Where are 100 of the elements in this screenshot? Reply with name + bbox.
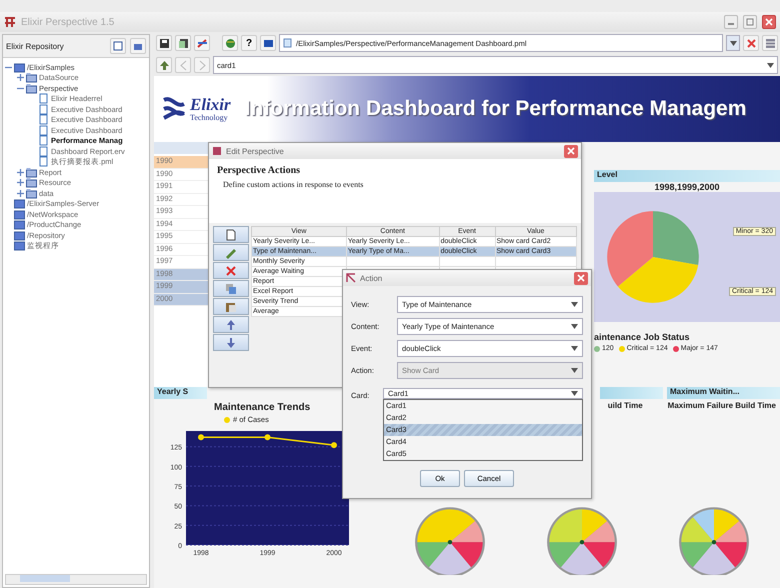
new-button[interactable] [110,38,126,54]
app-icon [4,16,16,28]
forward-icon [198,60,206,70]
folder-icon [14,240,25,252]
save-all-button[interactable] [175,35,191,51]
dialog-title: Edit Perspective [226,146,284,156]
pencil-icon [225,246,237,258]
dialog-icon [212,146,222,156]
expand-icon[interactable] [17,74,24,82]
help-button[interactable]: ? [241,35,257,51]
globe-icon [224,38,236,48]
document-icon [38,135,49,146]
folder-icon [133,41,143,51]
expand-icon[interactable] [17,179,24,186]
gauge-title: Maximum Failure Build Time [668,401,776,410]
panel-header: Level [594,170,780,182]
folder-icon [14,230,25,241]
caret-icon [571,391,578,396]
caret-icon [730,40,736,46]
document-icon [283,38,292,48]
folder-icon [26,166,37,178]
up-arrow-icon [158,60,170,70]
banner-title: Information Dashboard for Performance Managem [244,97,746,121]
caret-icon [767,62,774,68]
folder-icon [26,188,37,199]
document-icon [38,146,49,157]
dropdown-button[interactable] [726,35,740,51]
chart-title: 1998,1999,2000 [653,182,721,192]
caret-icon [571,302,578,307]
close-icon [577,274,585,282]
dialog-icon [346,273,356,283]
save-button[interactable] [156,35,172,51]
close-icon [746,38,756,48]
caret-icon [571,324,578,329]
monitor-button[interactable] [260,35,276,51]
chart-title: Maintenance Trends [213,402,312,413]
folder-icon [26,177,37,188]
close-icon [765,18,773,26]
paste-icon [225,300,237,312]
document-icon [38,93,49,104]
palette-button[interactable] [194,35,210,51]
close-icon [567,147,575,155]
document-icon [38,156,49,168]
close-button[interactable] [564,144,578,158]
down-arrow-icon [226,336,236,348]
gauge-title: uild Time [608,401,643,410]
dialog-title: Action [360,274,382,282]
chart-title: aintenance Job Status [594,332,691,342]
edit-button[interactable] [213,244,249,261]
section-description: Define custom actions in response to events [223,180,364,189]
delete-button[interactable] [213,262,249,279]
up-button[interactable] [156,57,172,73]
grid-icon [764,38,776,48]
table-header [154,142,210,154]
expand-icon[interactable] [17,168,24,176]
panel-header: Yearly S [154,387,207,399]
caret-icon [571,346,578,351]
close-button[interactable] [574,272,588,284]
document-icon [38,114,49,126]
panel-header [600,387,663,399]
logo-subtitle: Technology [190,113,229,122]
window-title: Elixir Perspective 1.5 [21,16,114,28]
logo-icon [160,96,188,122]
save-icon [158,38,170,48]
palette-icon [196,38,208,48]
minimize-button[interactable] [724,15,738,29]
paste-button[interactable] [213,298,249,315]
panel-header: Maximum Waitin... [667,387,780,399]
back-icon [178,60,188,70]
panel-title: Elixir Repository [6,42,65,50]
expand-icon[interactable] [17,190,24,197]
folder-icon [14,208,25,220]
up-arrow-icon [226,318,236,330]
folder-icon [14,198,25,210]
copy-icon [225,282,237,294]
document-icon [38,104,49,115]
move-up-button[interactable] [213,316,249,333]
section-heading: Perspective Actions [217,165,302,176]
grid-button[interactable] [762,35,778,51]
scrollbar[interactable] [5,574,147,585]
delete-icon [226,266,236,276]
logo-text: Elixir [190,96,231,113]
page-icon [113,41,123,51]
folder-icon [26,72,37,84]
maximize-icon [746,18,754,26]
caret-icon [571,368,578,373]
globe-button[interactable] [222,35,238,51]
folder-icon [14,62,25,73]
folder-icon [26,82,37,94]
monitor-icon [262,38,274,48]
folder-button[interactable] [130,38,146,54]
document-icon [38,124,49,136]
close-button[interactable] [762,15,776,29]
copy-button[interactable] [213,280,249,297]
move-down-button[interactable] [213,334,249,351]
folder-icon [14,219,25,230]
new-button[interactable] [213,226,249,243]
maximize-button[interactable] [743,15,757,29]
page-icon [226,228,236,240]
save-all-icon [178,38,188,48]
